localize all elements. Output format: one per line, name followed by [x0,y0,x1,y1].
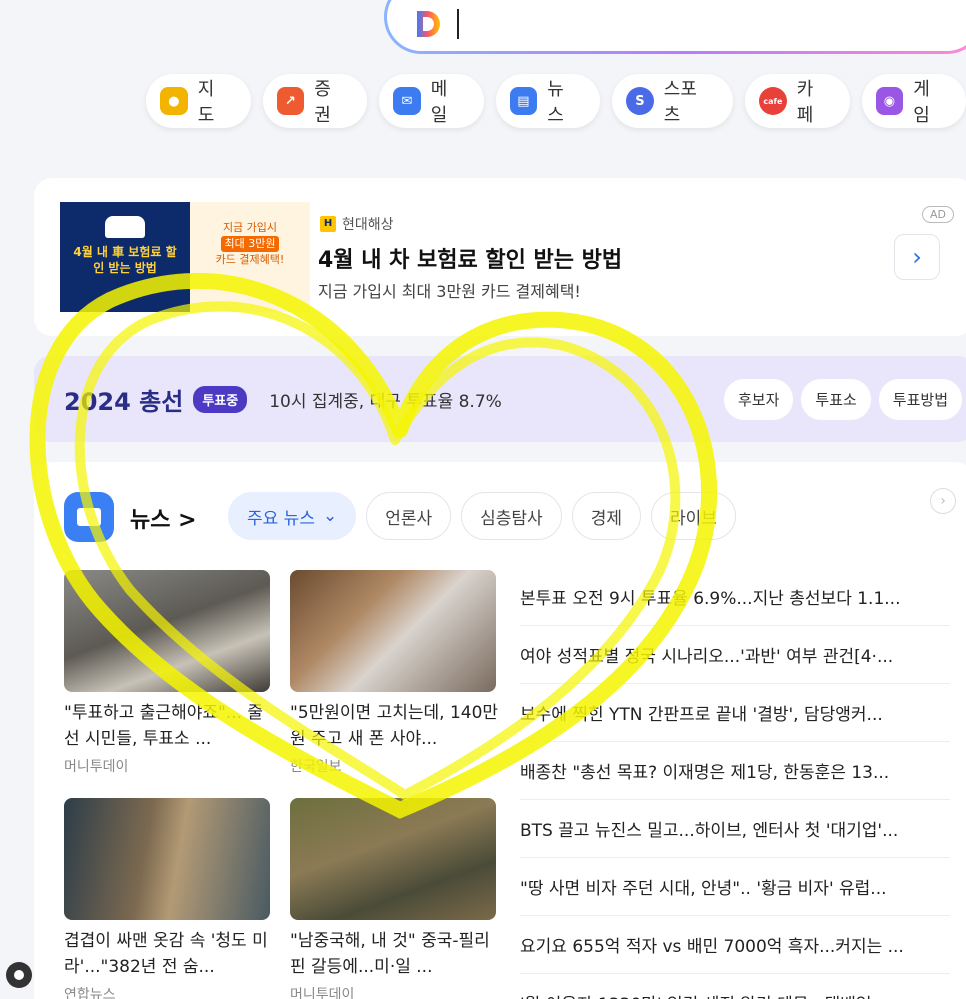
headline-list: 본투표 오전 9시 투표율 6.9%...지난 총선보다 1.1... 여야 성… [520,568,950,999]
tab-economy[interactable]: 경제 [571,492,641,540]
headline-item[interactable]: 배종찬 "총선 목표? 이재명은 제1당, 한동훈은 13... [520,742,950,800]
news-thumbnail[interactable] [290,798,496,920]
chevron-right-icon[interactable]: › [894,234,940,280]
ad-brand: H 현대해상 [320,214,394,234]
chevron-right-icon[interactable]: › [930,488,956,514]
election-info: 10시 집계중, 대구 투표율 8.7% [269,391,502,412]
news-caption[interactable]: "5만원이면 고치는데, 140만원 주고 새 폰 사야... [290,700,500,752]
tab-main-news[interactable]: 주요 뉴스 ⌄ [228,492,357,540]
polling-station-button[interactable]: 투표소 [801,379,871,420]
ad-card[interactable]: 4월 내 車 보험료 할인 받는 방법 지금 가입시 최대 3만원 카드 결제혜… [34,178,966,336]
news-caption[interactable]: "투표하고 출근해야죠"... 줄 선 시민들, 투표소 ... [64,700,274,752]
shortcut-label: 게임 [913,79,930,126]
news-caption[interactable]: 겹겹이 싸맨 옷감 속 '청도 미라'..."382년 전 숨... [64,928,274,980]
mail-icon: ✉ [393,87,421,115]
tab-label: 주요 뉴스 [247,508,315,529]
tab-in-depth[interactable]: 심층탐사 [461,492,562,540]
headline-text: 요기요 655억 적자 vs 배민 7000억 흑자...커지는 ... [520,937,904,957]
headline-text: 본투표 오전 9시 투표율 6.9%...지난 총선보다 1.1... [520,589,901,609]
shortcut-mail[interactable]: ✉ 메일 [379,74,484,128]
banner-line: 지금 가입시 [222,221,278,234]
ad-banner-image[interactable]: 4월 내 車 보험료 할인 받는 방법 지금 가입시 최대 3만원 카드 결제혜… [60,202,310,312]
shortcut-game[interactable]: ◉ 게임 [861,74,966,128]
headline-item[interactable]: 요기요 655억 적자 vs 배민 7000억 흑자...커지는 ... [520,916,950,974]
text-cursor [457,9,459,39]
headline-item[interactable]: 여야 성적표별 정국 시나리오...'과반' 여부 관건[4·... [520,626,950,684]
shortcut-news[interactable]: ▤ 뉴스 [495,74,601,128]
cafe-icon: cafe [759,87,787,115]
news-card: 뉴스 > 주요 뉴스 ⌄ 언론사 심층탐사 경제 라이브 › "투표하고 출근해야… [34,462,966,999]
sports-icon: S [626,87,654,115]
election-title: 2024 총선 [64,387,184,416]
news-source: 머니투데이 [64,759,129,775]
tab-press[interactable]: 언론사 [366,492,452,540]
headline-text: "땅 사면 비자 주던 시대, 안녕".. '황금 비자' 유럽... [520,879,887,899]
live-badge: 투표중 [193,385,248,413]
candidates-button[interactable]: 후보자 [723,379,794,420]
shortcut-label: 카페 [796,79,814,126]
headline-text: '월 이용자 1330만' 입김 세진 알리·테무...택배업... [520,990,950,999]
headline-text: 배종찬 "총선 목표? 이재명은 제1당, 한동훈은 13... [520,763,890,783]
news-source: 연합뉴스 [64,987,116,999]
game-controller-icon: ◉ [875,87,904,115]
headline-item[interactable]: "땅 사면 비자 주던 시대, 안녕".. '황금 비자' 유럽... [520,858,950,916]
tab-live[interactable]: 라이브 [650,492,736,540]
shortcut-sports[interactable]: S 스포츠 [612,74,733,128]
headline-item[interactable]: 본투표 오전 9시 투표율 6.9%...지난 총선보다 1.1... [520,568,950,626]
shortcut-label: 스포츠 [663,79,697,126]
ad-subtext: 지금 가입시 최대 3만원 카드 결제혜택! [318,282,581,301]
shortcut-label: 증권 [314,79,331,126]
banner-text: 4월 내 車 보험료 할인 받는 방법 [73,245,177,275]
ad-badge: AD [922,206,954,223]
news-thumbnail[interactable] [64,798,270,920]
shortcut-cafe[interactable]: cafe 카페 [745,74,850,128]
service-shortcuts: ● 지도 ↗ 증권 ✉ 메일 ▤ 뉴스 S 스포츠 cafe 카페 ◉ 게임 [146,74,966,128]
shortcut-stock[interactable]: ↗ 증권 [262,74,368,128]
news-caption[interactable]: "남중국해, 내 것" 중국-필리핀 갈등에...미·일 ... [290,928,500,980]
ad-headline[interactable]: 4월 내 차 보험료 할인 받는 방법 [318,242,622,274]
daum-logo-icon [417,11,440,37]
news-thumbnail[interactable] [64,570,270,692]
news-source: 머니투데이 [290,987,355,999]
shortcut-label: 메일 [430,79,448,126]
stock-chart-icon: ↗ [276,87,305,115]
headline-text: BTS 끌고 뉴진스 밀고...하이브, 엔터사 첫 '대기업'... [520,821,899,841]
voting-method-button[interactable]: 투표방법 [878,379,962,420]
shortcut-label: 뉴스 [547,79,564,126]
banner-line: 카드 결제혜택! [215,253,285,266]
headline-item[interactable]: BTS 끌고 뉴진스 밀고...하이브, 엔터사 첫 '대기업'... [520,800,950,858]
brand-name: 현대해상 [342,217,394,233]
news-title-link[interactable]: 뉴스 > [130,502,197,534]
news-tabs: 주요 뉴스 ⌄ 언론사 심층탐사 경제 라이브 [228,492,736,540]
map-pin-icon: ● [160,87,188,115]
headline-text: 보수에 찍힌 YTN 간판프로 끝내 '결방', 담당앵커... [520,705,883,725]
shortcut-map[interactable]: ● 지도 [146,74,251,128]
news-source: 한국일보 [290,759,342,775]
election-banner[interactable]: 2024 총선 투표중 10시 집계중, 대구 투표율 8.7% 후보자 투표소… [34,356,966,442]
headline-item[interactable]: 보수에 찍힌 YTN 간판프로 끝내 '결방', 담당앵커... [520,684,950,742]
headline-text: 여야 성적표별 정국 시나리오...'과반' 여부 관건[4·... [520,647,894,667]
car-icon [105,216,145,238]
headline-item[interactable]: '월 이용자 1330만' 입김 세진 알리·테무...택배업... [520,974,950,999]
news-icon [64,492,114,542]
news-thumbnail[interactable] [290,570,496,692]
search-bar[interactable] [384,0,966,54]
banner-line: 최대 3만원 [220,236,280,252]
chevron-down-icon: ⌄ [322,506,338,526]
profile-avatar-icon[interactable] [6,962,32,988]
news-icon: ▤ [509,87,538,115]
shortcut-label: 지도 [197,79,215,126]
brand-logo-icon: H [320,216,336,232]
